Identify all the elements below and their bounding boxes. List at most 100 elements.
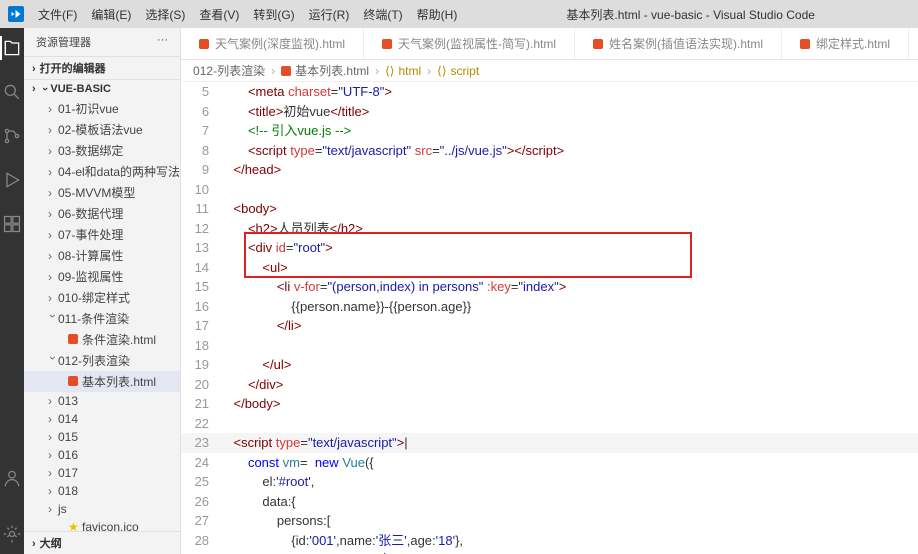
editor-tab[interactable]: 天气案例(监视属性-简写).html — [364, 28, 575, 59]
folder-node[interactable]: 01-初识vue — [24, 98, 180, 119]
vscode-logo-icon — [8, 6, 24, 22]
menu-item[interactable]: 帮助(H) — [417, 6, 458, 23]
file-node[interactable]: ★favicon.ico — [24, 518, 180, 531]
code-line[interactable]: 7 <!-- 引入vue.js --> — [181, 121, 918, 141]
line-number: 14 — [181, 258, 219, 278]
line-number: 7 — [181, 121, 219, 141]
breadcrumbs[interactable]: 012-列表渲染 › 基本列表.html › ⟨⟩ html › ⟨⟩ scri… — [181, 60, 918, 82]
line-number: 6 — [181, 102, 219, 122]
code-line[interactable]: 5 <meta charset="UTF-8"> — [181, 82, 918, 102]
editor: 天气案例(深度监视).html天气案例(监视属性-简写).html姓名案例(插值… — [181, 28, 918, 554]
project-section[interactable]: ›VUE-BASIC — [24, 79, 180, 98]
folder-node[interactable]: 011-条件渲染 — [24, 308, 180, 329]
menu-item[interactable]: 编辑(E) — [91, 6, 131, 23]
code-line[interactable]: 19 </ul> — [181, 355, 918, 375]
folder-node[interactable]: 09-监视属性 — [24, 266, 180, 287]
extensions-icon[interactable] — [0, 212, 24, 236]
menu-item[interactable]: 转到(G) — [253, 6, 294, 23]
menu-item[interactable]: 运行(R) — [309, 6, 350, 23]
crumb-folder[interactable]: 012-列表渲染 — [193, 62, 265, 79]
menu-item[interactable]: 文件(F) — [38, 6, 77, 23]
code-line[interactable]: 24 const vm= new Vue({ — [181, 453, 918, 473]
html-file-icon — [68, 376, 78, 386]
folder-node[interactable]: 010-绑定样式 — [24, 287, 180, 308]
html-file-icon — [800, 39, 810, 49]
editor-tab[interactable]: 绑定样式.html — [782, 28, 909, 59]
folder-node[interactable]: 014 — [24, 410, 180, 428]
folder-node[interactable]: 015 — [24, 428, 180, 446]
titlebar: 文件(F) 编辑(E) 选择(S) 查看(V) 转到(G) 运行(R) 终端(T) 帮助(H)… — [0, 0, 918, 28]
menu-item[interactable]: 查看(V) — [199, 6, 239, 23]
crumb-symbol-script[interactable]: ⟨⟩ script — [437, 64, 479, 78]
folder-node[interactable]: 016 — [24, 446, 180, 464]
editor-tab[interactable]: 天气案例(深度监视).html — [181, 28, 364, 59]
html-file-icon — [199, 39, 209, 49]
code-line[interactable]: 9 </head> — [181, 160, 918, 180]
code-line[interactable]: 26 data:{ — [181, 492, 918, 512]
code-line[interactable]: 20 </div> — [181, 375, 918, 395]
folder-node[interactable]: 018 — [24, 482, 180, 500]
code-line[interactable]: 18 — [181, 336, 918, 356]
account-icon[interactable] — [0, 466, 24, 490]
editor-tab[interactable]: 条件渲染.html — [909, 28, 918, 59]
code-line[interactable]: 13 <div id="root"> — [181, 238, 918, 258]
menu-item[interactable]: 选择(S) — [145, 6, 185, 23]
folder-node[interactable]: js — [24, 500, 180, 518]
code-line[interactable]: 27 persons:[ — [181, 511, 918, 531]
menu-bar: 文件(F) 编辑(E) 选择(S) 查看(V) 转到(G) 运行(R) 终端(T) 帮助(H) — [38, 6, 457, 23]
search-icon[interactable] — [0, 80, 24, 104]
folder-node[interactable]: 07-事件处理 — [24, 224, 180, 245]
menu-item[interactable]: 终端(T) — [363, 6, 402, 23]
folder-node[interactable]: 06-数据代理 — [24, 203, 180, 224]
window-title: 基本列表.html - vue-basic - Visual Studio Co… — [471, 6, 910, 23]
crumb-symbol-html[interactable]: ⟨⟩ html — [385, 64, 421, 78]
line-number: 24 — [181, 453, 219, 473]
line-number: 21 — [181, 394, 219, 414]
folder-node[interactable]: 08-计算属性 — [24, 245, 180, 266]
code-line[interactable]: 11 <body> — [181, 199, 918, 219]
folder-node[interactable]: 013 — [24, 392, 180, 410]
code-line[interactable]: 14 <ul> — [181, 258, 918, 278]
code-line[interactable]: 6 <title>初始vue</title> — [181, 102, 918, 122]
settings-gear-icon[interactable] — [0, 522, 24, 546]
code-line[interactable]: 10 — [181, 180, 918, 200]
code-line[interactable]: 21 </body> — [181, 394, 918, 414]
folder-node[interactable]: 012-列表渲染 — [24, 350, 180, 371]
folder-node[interactable]: 04-el和data的两种写法 — [24, 161, 180, 182]
folder-node[interactable]: 017 — [24, 464, 180, 482]
html-file-icon — [382, 39, 392, 49]
code-line[interactable]: 25 el:'#root', — [181, 472, 918, 492]
line-number: 11 — [181, 199, 219, 219]
outline-section[interactable]: 大纲 — [24, 531, 180, 554]
file-node[interactable]: 条件渲染.html — [24, 329, 180, 350]
run-debug-icon[interactable] — [0, 168, 24, 192]
code-line[interactable]: 17 </li> — [181, 316, 918, 336]
code-area[interactable]: 5 <meta charset="UTF-8">6 <title>初始vue</… — [181, 82, 918, 554]
code-line[interactable]: 28 {id:'001',name:'张三',age:'18'}, — [181, 531, 918, 551]
code-line[interactable]: 16 {{person.name}}-{{person.age}} — [181, 297, 918, 317]
sidebar-header: 资源管理器 ··· — [24, 28, 180, 56]
html-file-icon — [593, 39, 603, 49]
line-number: 17 — [181, 316, 219, 336]
line-number: 27 — [181, 511, 219, 531]
code-line[interactable]: 23 <script type="text/javascript">| — [181, 433, 918, 453]
folder-node[interactable]: 03-数据绑定 — [24, 140, 180, 161]
line-number: 10 — [181, 180, 219, 200]
line-number: 8 — [181, 141, 219, 161]
source-control-icon[interactable] — [0, 124, 24, 148]
explorer-icon[interactable] — [0, 36, 24, 60]
code-line[interactable]: 22 — [181, 414, 918, 434]
code-line[interactable]: 29 {id:'002',name:'李四',age:'19'}, — [181, 550, 918, 554]
code-line[interactable]: 12 <h2>人员列表</h2> — [181, 219, 918, 239]
editor-tab[interactable]: 姓名案例(插值语法实现).html — [575, 28, 782, 59]
code-line[interactable]: 8 <script type="text/javascript" src="..… — [181, 141, 918, 161]
more-icon[interactable]: ··· — [157, 34, 168, 50]
file-node[interactable]: 基本列表.html — [24, 371, 180, 392]
folder-node[interactable]: 05-MVVM模型 — [24, 182, 180, 203]
line-number: 12 — [181, 219, 219, 239]
code-line[interactable]: 15 <li v-for="(person,index) in persons"… — [181, 277, 918, 297]
open-editors-section[interactable]: 打开的编辑器 — [24, 56, 180, 79]
chevron-right-icon: › — [427, 64, 431, 78]
folder-node[interactable]: 02-模板语法vue — [24, 119, 180, 140]
crumb-file[interactable]: 基本列表.html — [281, 62, 369, 79]
